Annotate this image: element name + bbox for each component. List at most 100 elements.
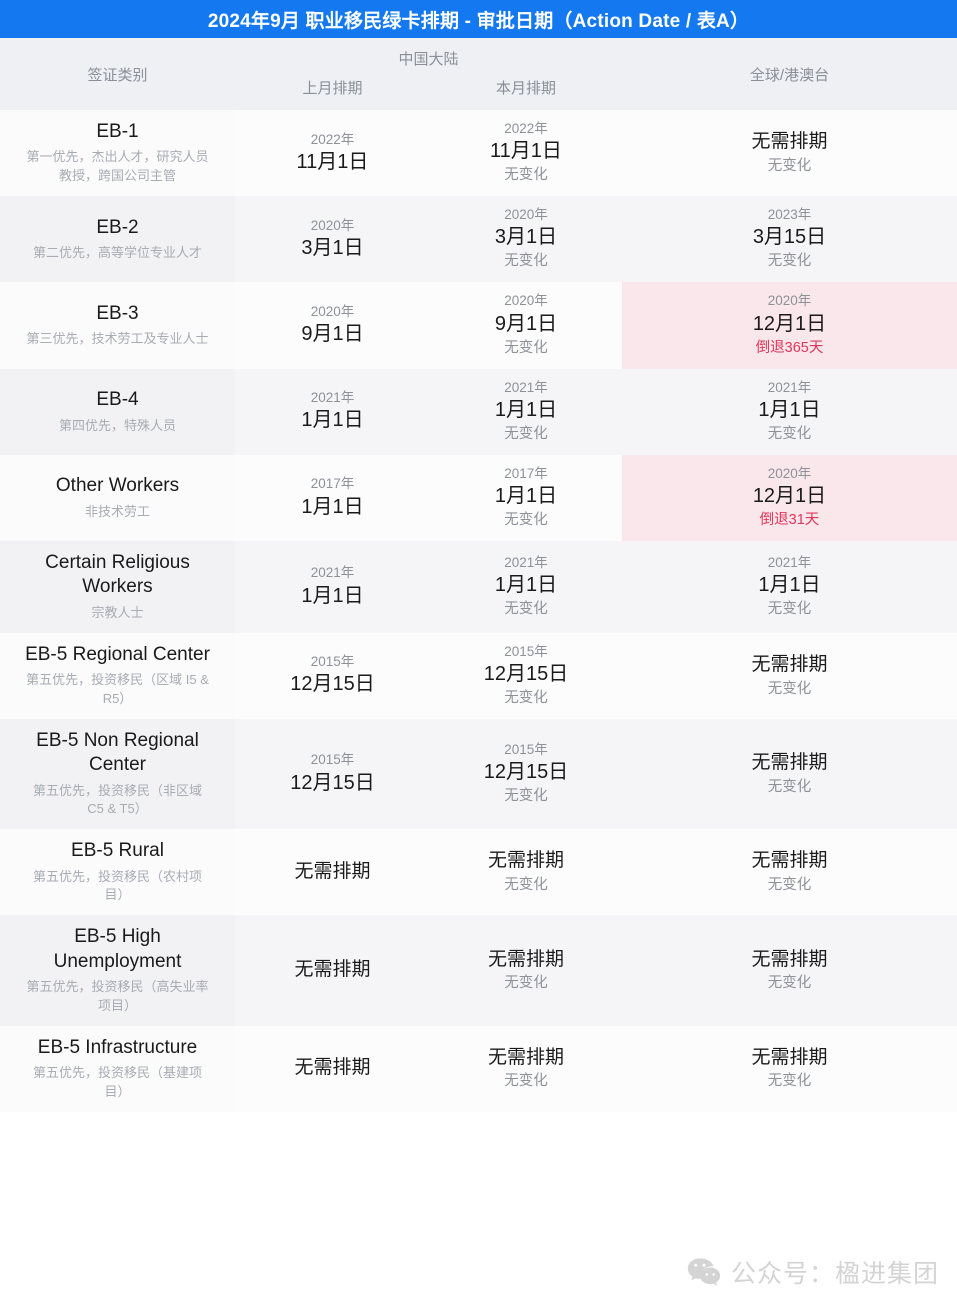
category-title: Certain Religious Workers [45, 552, 190, 598]
change-note: 无变化 [504, 876, 548, 893]
cell-current-month: 2015年 12月15日无变化 [430, 632, 622, 719]
cell-prev-month: 无需排期 [235, 915, 430, 1026]
cell-global: 2021年 1月1日 无变化 [622, 368, 957, 455]
cell-global: 无需排期 无变化 [622, 718, 957, 830]
table-row: EB-5 Rural 第五优先，投资移民（农村项 目） 无需排期 无需排期 无变化 无需排期… [0, 829, 957, 916]
date-value: 1月1日 [494, 574, 558, 596]
category-subtitle: 第五优先，投资移民（高失业率 项目） [26, 978, 209, 1013]
date-value: 11月1日 [490, 140, 562, 163]
column-header-global: 全球/港澳台 [622, 38, 957, 110]
cell-category: EB-5 Non Regional Center 第五优先，投资移民（非区域 C5 &… [0, 718, 235, 830]
date-value: 1月1日 [494, 485, 558, 508]
category-subtitle: 非技术劳工 [84, 503, 150, 519]
change-note: 无变化 [504, 689, 548, 706]
cell-prev-month: 2020年 3月1日 [235, 196, 430, 283]
date-year: 2020年 [767, 465, 812, 481]
category-title: EB-5 Regional Center [25, 643, 210, 665]
date-value: 9月1日 [494, 312, 558, 335]
column-header-category: 签证类别 [0, 38, 235, 110]
date-year: 2021年 [767, 379, 812, 395]
date-year: 2020年 [504, 207, 548, 223]
change-note: 无变化 [504, 512, 548, 529]
cell-global: 无需排期 无变化 [622, 110, 957, 197]
category-title: EB-1 [96, 121, 139, 143]
cell-category: Other Workers 非技术劳工 [0, 454, 235, 542]
table-row: EB-5 Infrastructure 第五优先，投资移民（基建项 目） 无需排期 无需… [0, 1025, 957, 1112]
cell-global: 2020年 12月1日 倒退31天 [622, 454, 957, 542]
date-value: 无需排期 [751, 752, 828, 774]
cell-category: Certain Religious Workers 宗教人士 [0, 541, 235, 633]
date-year: 2015年 [504, 643, 548, 659]
date-value: 无需排期 [487, 850, 564, 872]
category-title: EB-4 [96, 389, 139, 411]
date-value: 12月15日 [483, 761, 569, 784]
date-year: 2020年 [310, 303, 355, 319]
category-subtitle: 第五优先，投资移民（区域 I5 & R5） [26, 672, 209, 706]
cell-category: EB-5 High Unemployment 第五优先，投资移民（高失业率 项目） [0, 915, 235, 1026]
cell-current-month: 无需排期 无变化 [430, 1025, 622, 1112]
category-title: EB-5 Infrastructure [37, 1036, 198, 1058]
date-value: 无需排期 [751, 948, 828, 970]
category-title: EB-3 [96, 303, 139, 324]
date-year: 2021年 [504, 379, 548, 395]
cell-current-month: 2020年 3月1日 无变化 [430, 196, 622, 283]
table-row: EB-3 第三优先，技术劳工及专业人士 2020年 9月1日 2020年 9月1日 无变化 2… [0, 282, 957, 369]
visa-bulletin-table: 签证类别 中国大陆 上月排期 本月排期 全球/港澳台 EB-1 第一优先，杰出人才… [0, 38, 957, 1112]
cell-global: 2023年 3月15日无变化 [622, 196, 957, 283]
change-note: 无变化 [767, 975, 812, 992]
category-title: EB-5 Rural [71, 840, 164, 862]
date-value: 3月15日 [752, 226, 827, 249]
change-note: 无变化 [767, 778, 812, 795]
cell-prev-month: 无需排期 [235, 829, 430, 916]
column-header-current-month: 本月排期 [430, 38, 622, 110]
date-value: 12月15日 [290, 673, 375, 696]
date-value: 9月1日 [301, 323, 364, 346]
change-note: 无变化 [504, 253, 548, 270]
cell-prev-month: 2020年 9月1日 [235, 282, 430, 369]
table-row: EB-4 第四优先，特殊人员 2021年 1月1日 2021年 1月1日 无变化 2021年 1… [0, 368, 957, 455]
category-subtitle: 第一优先，杰出人才，研究人员 教授，跨国公司主管 [26, 149, 209, 184]
table-row: EB-5 Regional Center 第五优先，投资移民（区域 I5 & R5）… [0, 632, 957, 719]
table-row: EB-2 第二优先，高等学位专业人才 2020年 3月1日 2020年 3月1日 无变化 20… [0, 196, 957, 283]
cell-global: 无需排期 无变化 [622, 915, 957, 1026]
cell-current-month: 无需排期 无变化 [430, 829, 622, 916]
cell-current-month: 2021年 1月1日 无变化 [430, 541, 622, 633]
category-subtitle: 宗教人士 [91, 604, 144, 620]
table-row: EB-5 Non Regional Center 第五优先，投资移民（非区域 C5 &… [0, 718, 957, 830]
cell-category: EB-5 Infrastructure 第五优先，投资移民（基建项 目） [0, 1025, 235, 1112]
cell-current-month: 2017年 1月1日无变化 [430, 454, 622, 542]
change-note: 无变化 [504, 975, 548, 992]
cell-global: 2020年 12月1日 倒退365天 [622, 282, 957, 369]
cell-category: EB-4 第四优先，特殊人员 [0, 368, 235, 455]
date-year: 2023年 [767, 207, 812, 223]
change-note: 无变化 [504, 788, 548, 805]
date-year: 2022年 [310, 131, 355, 147]
cell-prev-month: 2021年 1月1日 [235, 541, 430, 633]
category-subtitle: 第五优先，投资移民（农村项 目） [32, 868, 202, 903]
change-note: 无变化 [504, 425, 548, 442]
table-body: EB-1 第一优先，杰出人才，研究人员 教授，跨国公司主管 2022年 11月1日 202… [0, 110, 957, 1112]
category-subtitle: 第二优先，高等学位专业人才 [32, 245, 202, 261]
category-title: EB-5 High Unemployment [53, 926, 182, 972]
date-value: 1月1日 [758, 398, 821, 421]
date-value: 无需排期 [751, 131, 828, 153]
date-value: 无需排期 [487, 1046, 564, 1068]
change-note: 无变化 [767, 876, 812, 893]
cell-category: EB-3 第三优先，技术劳工及专业人士 [0, 282, 235, 369]
date-value: 无需排期 [751, 850, 828, 872]
change-note: 无变化 [767, 601, 812, 617]
cell-prev-month: 2015年 12月15日 [235, 718, 430, 830]
cell-category: EB-2 第二优先，高等学位专业人才 [0, 196, 235, 283]
date-value: 1月1日 [758, 574, 821, 596]
change-note: 无变化 [767, 253, 812, 270]
date-year: 2017年 [504, 465, 548, 481]
date-value: 12月15日 [483, 662, 569, 685]
change-note: 无变化 [504, 1073, 548, 1090]
category-title: EB-5 Non Regional Center [36, 729, 199, 776]
category-subtitle: 第五优先，投资移民（基建项 目） [32, 1064, 202, 1099]
cell-prev-month: 2017年 1月1日 [235, 454, 430, 542]
cell-global: 2021年 1月1日 无变化 [622, 541, 957, 633]
date-value: 12月1日 [752, 485, 827, 508]
category-subtitle: 第四优先，特殊人员 [58, 417, 176, 433]
column-header-prev-month-label: 上月排期 [302, 80, 363, 97]
